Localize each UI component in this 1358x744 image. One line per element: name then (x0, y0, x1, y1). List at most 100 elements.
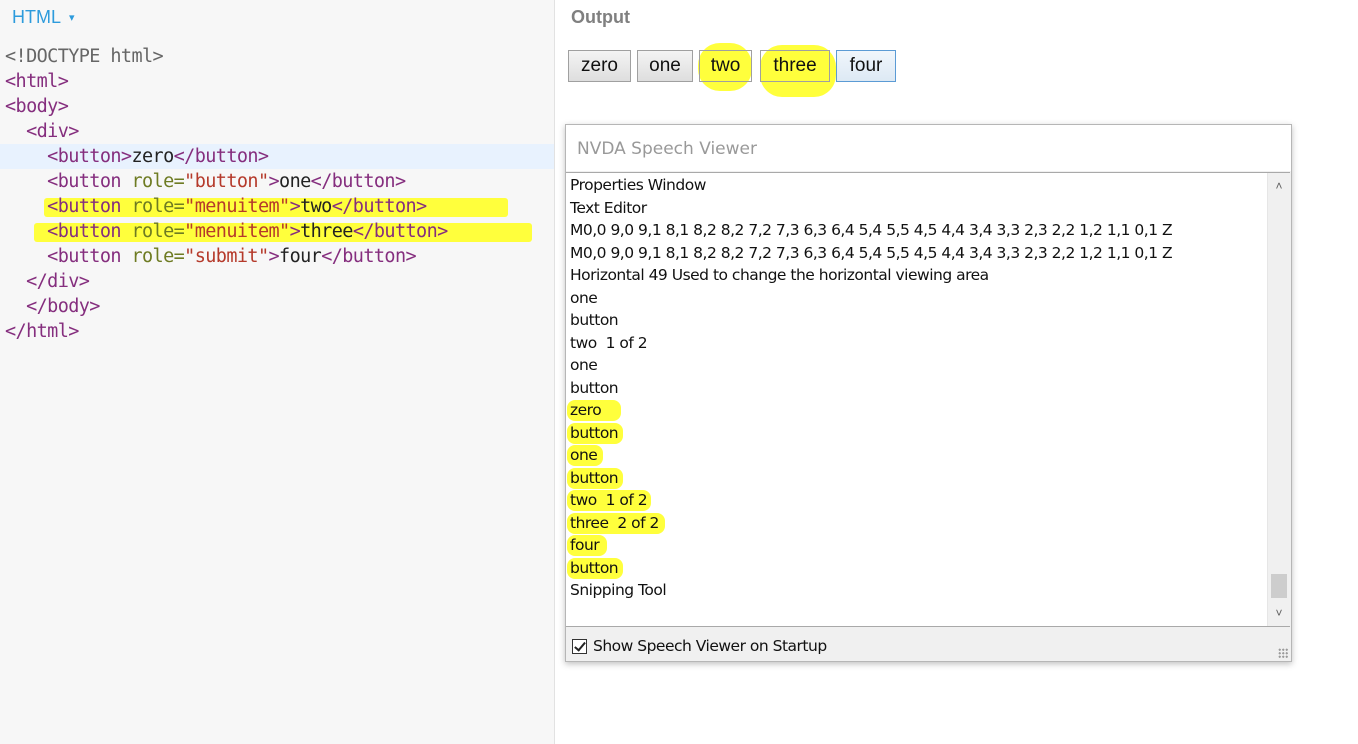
code-line-text: </html> (5, 321, 79, 342)
code-line-text: <!DOCTYPE html> (5, 46, 164, 67)
code-token: <!DOCTYPE html> (5, 46, 164, 67)
code-line[interactable]: <!DOCTYPE html> (0, 44, 554, 69)
code-token: <button (47, 246, 132, 267)
speech-line: Horizontal 49 Used to change the horizon… (570, 264, 1172, 287)
language-label: HTML (12, 6, 61, 27)
speech-line-text: zero (570, 401, 602, 419)
language-selector[interactable]: HTML ▾ (12, 6, 75, 28)
code-token: > (289, 196, 301, 217)
code-token: two (300, 196, 332, 217)
speech-line: four (567, 534, 1172, 557)
code-editor[interactable]: <!DOCTYPE html> <html> <body> <div> <butto… (0, 44, 554, 344)
scroll-up-icon[interactable]: ˄ (1268, 175, 1290, 197)
code-line[interactable]: <div> (0, 119, 554, 144)
code-line[interactable]: </html> (0, 319, 554, 344)
speech-line: button (567, 467, 1172, 490)
four-button[interactable]: four (836, 50, 896, 82)
speech-line: button (567, 557, 1172, 580)
code-line-text: <button role="menuitem">three</button> (5, 221, 448, 242)
code-line[interactable]: </body> (0, 294, 554, 319)
code-line[interactable]: <button role="submit">four</button> (0, 244, 554, 269)
speech-line: two 1 of 2 (570, 332, 1172, 355)
window-titlebar[interactable]: NVDA Speech Viewer (566, 125, 1291, 171)
code-token: role= (131, 196, 185, 217)
output-title: Output (571, 7, 630, 27)
code-token: </button> (352, 221, 448, 242)
code-line-text: <button role="menuitem">two</button> (5, 196, 427, 217)
code-line[interactable]: <body> (0, 94, 554, 119)
code-token: role= (131, 246, 185, 267)
code-token: four (279, 246, 322, 267)
code-token: <body> (5, 96, 69, 117)
code-token: zero (131, 146, 174, 167)
code-token: "submit" (184, 246, 269, 267)
speech-line-text: Properties Window (570, 176, 706, 194)
code-token: "menuitem" (184, 221, 290, 242)
speech-line: M0,0 9,0 9,1 8,1 8,2 8,2 7,2 7,3 6,3 6,4… (570, 242, 1173, 265)
one-button[interactable]: one (637, 50, 693, 82)
speech-line-text: button (570, 468, 619, 487)
nvda-speech-viewer-window: NVDA Speech Viewer Properties Window Text… (565, 124, 1292, 662)
code-line[interactable]: <button role="menuitem">three</button> (0, 219, 554, 244)
code-token: </body> (26, 296, 100, 317)
code-token: > (268, 171, 280, 192)
code-token: <button> (47, 146, 132, 167)
startup-checkbox[interactable] (572, 638, 587, 654)
code-token: </button> (331, 196, 427, 217)
code-token: </button> (310, 171, 406, 192)
speech-line-text: one (570, 356, 598, 374)
speech-line: two 1 of 2 (567, 489, 1172, 512)
startup-checkbox-label: Show Speech Viewer on Startup (593, 637, 827, 655)
code-line-text: <button>zero</button> (5, 146, 269, 167)
speech-line: button (570, 377, 1172, 400)
code-line-text: </body> (5, 296, 100, 317)
three-button[interactable]: three (760, 50, 830, 82)
code-token: one (279, 171, 311, 192)
startup-checkbox-row[interactable]: Show Speech Viewer on Startup (572, 635, 827, 657)
code-token: "button" (184, 171, 269, 192)
speech-line-text: three 2 of 2 (570, 513, 659, 532)
speech-line-text: button (570, 378, 619, 397)
speech-line-text: button (570, 311, 619, 329)
zero-button[interactable]: zero (568, 50, 631, 82)
code-line[interactable]: <button role="button">one</button> (0, 169, 554, 194)
chevron-down-icon: ▾ (69, 11, 75, 24)
code-token: > (268, 246, 280, 267)
code-token: <button (47, 196, 132, 217)
code-token: > (289, 221, 301, 242)
scroll-down-icon[interactable]: ˅ (1268, 602, 1290, 624)
speech-line: one (570, 287, 1172, 310)
code-line-text: <body> (5, 96, 69, 117)
speech-log[interactable]: Properties Window Text Editor M0,0 9,0 9,1… (566, 172, 1290, 627)
code-line-text: <html> (5, 71, 69, 92)
code-line[interactable]: <button role="menuitem">two</button> (0, 194, 554, 219)
code-token: role= (131, 221, 185, 242)
speech-line-text: four (570, 536, 600, 554)
two-button[interactable]: two (699, 50, 752, 82)
speech-line: three 2 of 2 (567, 512, 1172, 535)
speech-line: M0,0 9,0 9,1 8,1 8,2 8,2 7,2 7,3 6,3 6,4… (570, 219, 1173, 242)
speech-line: one (570, 354, 1172, 377)
speech-line-text: Horizontal 49 Used to change the horizon… (570, 266, 989, 284)
code-token: role= (131, 171, 185, 192)
speech-line-text: Text Editor (570, 198, 647, 217)
code-line[interactable]: <html> (0, 69, 554, 94)
speech-line-text: M0,0 9,0 9,1 8,1 8,2 8,2 7,2 7,3 6,3 6,4… (570, 221, 1173, 239)
code-line-text: </div> (5, 271, 90, 292)
code-token: </button> (321, 246, 417, 267)
scroll-thumb[interactable] (1271, 574, 1287, 598)
code-line[interactable]: <button>zero</button> (0, 144, 554, 169)
speech-line-text: two 1 of 2 (570, 491, 648, 509)
speech-line-text: button (570, 423, 619, 442)
vertical-scrollbar[interactable]: ˄ ˅ (1267, 173, 1290, 626)
resize-grip-icon[interactable] (1278, 648, 1288, 658)
speech-line-text: M0,0 9,0 9,1 8,1 8,2 8,2 7,2 7,3 6,3 6,4… (570, 243, 1173, 262)
speech-line-text: button (570, 558, 619, 577)
code-line[interactable]: </div> (0, 269, 554, 294)
speech-line: button (570, 309, 1172, 332)
